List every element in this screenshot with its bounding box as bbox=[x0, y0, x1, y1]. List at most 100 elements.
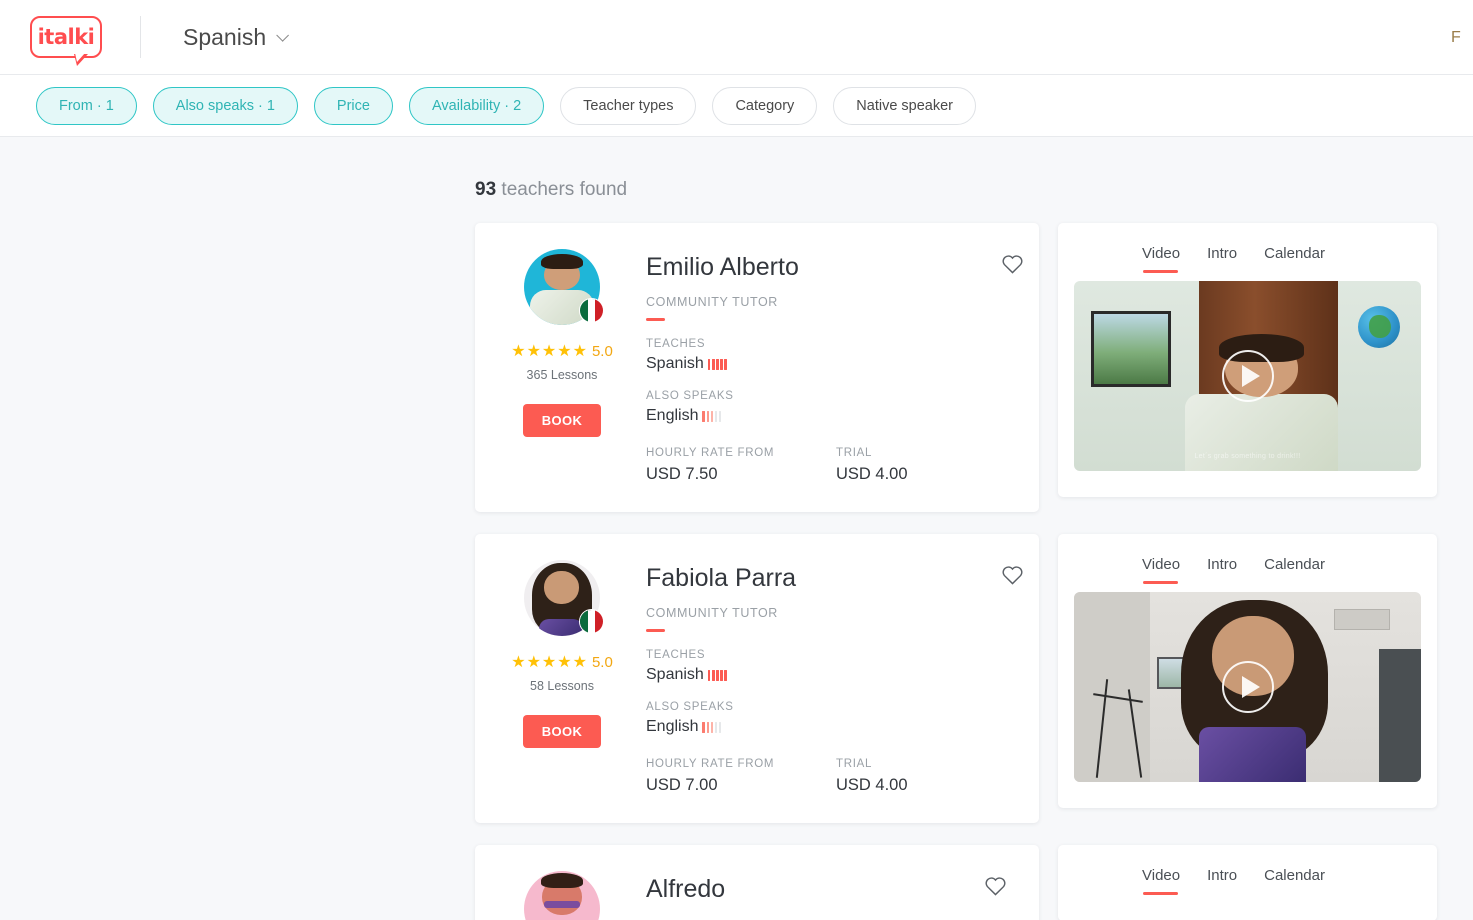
teacher-card[interactable]: ★ ★ ★ ★ ★ 5.0 365 Lessons BOOK Emilio Al… bbox=[475, 223, 1039, 512]
also-speaks-label: ALSO SPEAKS bbox=[646, 390, 734, 402]
teacher-card[interactable]: Alfredo bbox=[475, 845, 1039, 920]
results-count-number: 93 bbox=[475, 179, 497, 200]
star-icon: ★ bbox=[526, 342, 541, 360]
mexico-flag-icon bbox=[579, 609, 604, 634]
level-bars-teaches bbox=[707, 669, 727, 681]
teaches-language: Spanish bbox=[646, 355, 1026, 373]
also-speaks-language-name: English bbox=[646, 718, 699, 735]
lessons-count: 58 Lessons bbox=[530, 679, 594, 693]
trial-price: TRIAL USD 4.00 bbox=[836, 758, 1026, 795]
trial-value: USD 4.00 bbox=[836, 776, 908, 794]
tab-calendar[interactable]: Calendar bbox=[1264, 556, 1325, 584]
teacher-card-info: Emilio Alberto COMMUNITY TUTOR TEACHES S… bbox=[646, 249, 1026, 484]
teacher-card-left: ★ ★ ★ ★ ★ 5.0 58 Lessons BOOK bbox=[511, 560, 613, 795]
tab-video[interactable]: Video bbox=[1142, 867, 1180, 895]
avatar-image bbox=[524, 871, 600, 920]
filter-pill-teacher-types[interactable]: Teacher types bbox=[560, 86, 697, 125]
trial-label: TRIAL bbox=[836, 447, 873, 459]
rating: ★ ★ ★ ★ ★ 5.0 bbox=[511, 654, 613, 671]
avatar[interactable] bbox=[524, 871, 600, 920]
hourly-rate: HOURLY RATE FROM USD 7.50 bbox=[646, 447, 836, 484]
teacher-card-info: Fabiola Parra COMMUNITY TUTOR TEACHES Sp… bbox=[646, 560, 1026, 795]
results-count: 93 teachers found bbox=[475, 179, 1425, 201]
results-count-suffix: teachers found bbox=[496, 179, 628, 200]
role-underline bbox=[646, 318, 665, 321]
book-button[interactable]: BOOK bbox=[523, 715, 601, 748]
star-icon: ★ bbox=[511, 342, 526, 360]
tab-intro[interactable]: Intro bbox=[1207, 867, 1237, 895]
video-caption: Let´s grab something to drink!!! bbox=[1194, 452, 1301, 460]
teacher-row: Alfredo Video Intro Calendar bbox=[475, 845, 1473, 920]
mexico-flag-icon bbox=[579, 298, 604, 323]
italki-logo[interactable]: italki bbox=[30, 16, 102, 66]
video-thumbnail[interactable]: Let´s grab something to drink!!! bbox=[1074, 281, 1421, 471]
also-speaks-language: English bbox=[646, 718, 1026, 736]
teaches-label: TEACHES bbox=[646, 649, 706, 661]
lessons-count: 365 Lessons bbox=[526, 368, 598, 382]
tab-video[interactable]: Video bbox=[1142, 556, 1180, 584]
star-icon: ★ bbox=[557, 342, 572, 360]
header-divider bbox=[140, 16, 141, 58]
rating-value: 5.0 bbox=[591, 654, 613, 671]
hourly-rate-value: USD 7.50 bbox=[646, 465, 718, 483]
teacher-card-left bbox=[512, 871, 612, 920]
app-header: italki Spanish F bbox=[0, 0, 1473, 75]
avatar[interactable] bbox=[524, 560, 604, 636]
video-tabs: Video Intro Calendar bbox=[1058, 556, 1437, 584]
video-thumbnail[interactable] bbox=[1074, 592, 1421, 782]
hourly-rate-label: HOURLY RATE FROM bbox=[646, 758, 775, 770]
book-button[interactable]: BOOK bbox=[523, 404, 601, 437]
language-selector[interactable]: Spanish bbox=[183, 23, 290, 51]
teacher-name[interactable]: Emilio Alberto bbox=[646, 253, 1026, 282]
teacher-card-info: Alfredo bbox=[646, 871, 1009, 920]
teacher-card-left: ★ ★ ★ ★ ★ 5.0 365 Lessons BOOK bbox=[511, 249, 613, 484]
teaches-language-name: Spanish bbox=[646, 666, 704, 683]
level-bars-teaches bbox=[707, 358, 727, 370]
chevron-down-icon bbox=[276, 28, 290, 42]
trial-price: TRIAL USD 4.00 bbox=[836, 447, 1026, 484]
trial-label: TRIAL bbox=[836, 758, 873, 770]
tab-video[interactable]: Video bbox=[1142, 245, 1180, 273]
language-selector-label: Spanish bbox=[183, 23, 267, 50]
video-panel: Video Intro Calendar bbox=[1058, 845, 1437, 920]
filter-pill-native-speaker[interactable]: Native speaker bbox=[833, 86, 977, 125]
tab-calendar[interactable]: Calendar bbox=[1264, 867, 1325, 895]
favorite-heart-icon[interactable] bbox=[1001, 564, 1024, 590]
teacher-card[interactable]: ★ ★ ★ ★ ★ 5.0 58 Lessons BOOK Fabiola Pa… bbox=[475, 534, 1039, 823]
tab-intro[interactable]: Intro bbox=[1207, 245, 1237, 273]
tab-calendar[interactable]: Calendar bbox=[1264, 245, 1325, 273]
favorite-heart-icon[interactable] bbox=[984, 875, 1007, 901]
star-icon: ★ bbox=[541, 653, 557, 671]
header-right-cutoff[interactable]: F bbox=[1451, 0, 1473, 75]
favorite-heart-icon[interactable] bbox=[1001, 253, 1024, 279]
teacher-row: ★ ★ ★ ★ ★ 5.0 58 Lessons BOOK Fabiola Pa… bbox=[475, 534, 1473, 823]
level-bars-also-speaks bbox=[702, 721, 722, 733]
star-icon: ★ bbox=[572, 342, 587, 360]
filter-pill-price[interactable]: Price bbox=[313, 86, 393, 125]
video-panel: Video Intro Calendar Let´s grab somethin… bbox=[1058, 223, 1437, 497]
filter-pill-availability[interactable]: Availability · 2 bbox=[408, 86, 545, 125]
teacher-name[interactable]: Fabiola Parra bbox=[646, 564, 1026, 593]
filter-pill-category[interactable]: Category bbox=[712, 86, 818, 125]
tab-intro[interactable]: Intro bbox=[1207, 556, 1237, 584]
teaches-language-name: Spanish bbox=[646, 355, 704, 372]
hourly-rate: HOURLY RATE FROM USD 7.00 bbox=[646, 758, 836, 795]
star-icon: ★ bbox=[511, 653, 526, 671]
filter-pill-also-speaks[interactable]: Also speaks · 1 bbox=[152, 86, 298, 125]
logo-text: italki bbox=[37, 25, 95, 49]
video-tabs: Video Intro Calendar bbox=[1058, 245, 1437, 273]
teacher-name[interactable]: Alfredo bbox=[646, 875, 1009, 904]
avatar[interactable] bbox=[524, 249, 604, 325]
video-panel: Video Intro Calendar bbox=[1058, 534, 1437, 808]
play-circle-icon[interactable] bbox=[1221, 350, 1274, 402]
rating-value: 5.0 bbox=[591, 343, 613, 360]
star-icon: ★ bbox=[572, 653, 587, 671]
star-icon: ★ bbox=[557, 653, 572, 671]
pricing: HOURLY RATE FROM USD 7.00 TRIAL USD 4.00 bbox=[646, 758, 1026, 795]
play-circle-icon[interactable] bbox=[1221, 661, 1274, 713]
hourly-rate-value: USD 7.00 bbox=[646, 776, 718, 794]
teaches-label: TEACHES bbox=[646, 338, 706, 350]
level-bars-also-speaks bbox=[702, 410, 722, 422]
filter-pill-from[interactable]: From · 1 bbox=[36, 86, 137, 125]
rating: ★ ★ ★ ★ ★ 5.0 bbox=[511, 343, 613, 360]
